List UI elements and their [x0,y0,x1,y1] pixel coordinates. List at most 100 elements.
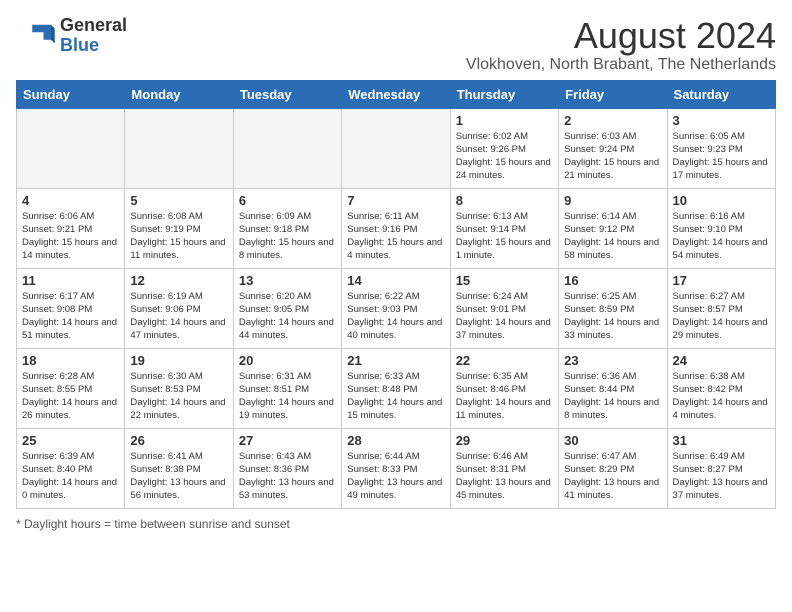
calendar-day-cell: 1 Sunrise: 6:02 AM Sunset: 9:26 PM Daylig… [450,108,558,188]
day-info: Sunrise: 6:05 AM Sunset: 9:23 PM Dayligh… [673,130,770,183]
calendar-day-cell: 11 Sunrise: 6:17 AM Sunset: 9:08 PM Dayli… [17,268,125,348]
calendar-day-cell: 3 Sunrise: 6:05 AM Sunset: 9:23 PM Daylig… [667,108,775,188]
calendar-day-cell: 20 Sunrise: 6:31 AM Sunset: 8:51 PM Dayli… [233,348,341,428]
day-info: Sunrise: 6:31 AM Sunset: 8:51 PM Dayligh… [239,370,336,423]
footer-note: * Daylight hours = time between sunrise … [16,517,776,531]
day-info: Sunrise: 6:02 AM Sunset: 9:26 PM Dayligh… [456,130,553,183]
day-of-week-header: Saturday [667,80,775,108]
month-year-title: August 2024 [466,16,776,56]
day-number: 24 [673,353,770,368]
day-number: 13 [239,273,336,288]
calendar-day-cell: 14Sunrise: 6:22 AM Sunset: 9:03 PM Dayli… [342,268,450,348]
calendar-day-cell: 24 Sunrise: 6:38 AM Sunset: 8:42 PM Dayli… [667,348,775,428]
day-number: 30 [564,433,661,448]
title-section: August 2024 Vlokhoven, North Brabant, Th… [466,16,776,74]
logo-general: General [60,16,127,36]
calendar-week-row: 1 Sunrise: 6:02 AM Sunset: 9:26 PM Daylig… [17,108,776,188]
day-number: 1 [456,113,553,128]
day-info: Sunrise: 6:27 AM Sunset: 8:57 PM Dayligh… [673,290,770,343]
day-info: Sunrise: 6:39 AM Sunset: 8:40 PM Dayligh… [22,450,119,503]
day-number: 26 [130,433,227,448]
calendar-day-cell: 15Sunrise: 6:24 AM Sunset: 9:01 PM Dayli… [450,268,558,348]
day-info: Sunrise: 6:08 AM Sunset: 9:19 PM Dayligh… [130,210,227,263]
day-info: Sunrise: 6:22 AM Sunset: 9:03 PM Dayligh… [347,290,444,343]
day-number: 9 [564,193,661,208]
day-number: 16 [564,273,661,288]
day-number: 3 [673,113,770,128]
day-number: 25 [22,433,119,448]
calendar-week-row: 11 Sunrise: 6:17 AM Sunset: 9:08 PM Dayli… [17,268,776,348]
calendar-day-cell: 6 Sunrise: 6:09 AM Sunset: 9:18 PM Daylig… [233,188,341,268]
day-of-week-header: Sunday [17,80,125,108]
day-number: 2 [564,113,661,128]
calendar-day-cell: 31 Sunrise: 6:49 AM Sunset: 8:27 PM Dayli… [667,428,775,508]
day-number: 31 [673,433,770,448]
calendar-day-cell: 21Sunrise: 6:33 AM Sunset: 8:48 PM Dayli… [342,348,450,428]
calendar-day-cell: 13Sunrise: 6:20 AM Sunset: 9:05 PM Dayli… [233,268,341,348]
calendar-day-cell [342,108,450,188]
day-info: Sunrise: 6:09 AM Sunset: 9:18 PM Dayligh… [239,210,336,263]
day-info: Sunrise: 6:16 AM Sunset: 9:10 PM Dayligh… [673,210,770,263]
day-of-week-header: Wednesday [342,80,450,108]
calendar-day-cell [17,108,125,188]
calendar-day-cell: 23 Sunrise: 6:36 AM Sunset: 8:44 PM Dayli… [559,348,667,428]
day-number: 4 [22,193,119,208]
day-info: Sunrise: 6:13 AM Sunset: 9:14 PM Dayligh… [456,210,553,263]
calendar-week-row: 4 Sunrise: 6:06 AM Sunset: 9:21 PM Daylig… [17,188,776,268]
day-info: Sunrise: 6:14 AM Sunset: 9:12 PM Dayligh… [564,210,661,263]
calendar-day-cell: 4 Sunrise: 6:06 AM Sunset: 9:21 PM Daylig… [17,188,125,268]
day-info: Sunrise: 6:41 AM Sunset: 8:38 PM Dayligh… [130,450,227,503]
day-number: 11 [22,273,119,288]
day-info: Sunrise: 6:06 AM Sunset: 9:21 PM Dayligh… [22,210,119,263]
calendar-day-cell: 28Sunrise: 6:44 AM Sunset: 8:33 PM Dayli… [342,428,450,508]
calendar-header-row: SundayMondayTuesdayWednesdayThursdayFrid… [17,80,776,108]
day-info: Sunrise: 6:38 AM Sunset: 8:42 PM Dayligh… [673,370,770,423]
logo-blue: Blue [60,36,127,56]
day-number: 20 [239,353,336,368]
logo-text: General Blue [60,16,127,56]
day-info: Sunrise: 6:30 AM Sunset: 8:53 PM Dayligh… [130,370,227,423]
day-number: 29 [456,433,553,448]
day-number: 10 [673,193,770,208]
calendar-day-cell: 26 Sunrise: 6:41 AM Sunset: 8:38 PM Dayli… [125,428,233,508]
calendar-day-cell: 18Sunrise: 6:28 AM Sunset: 8:55 PM Dayli… [17,348,125,428]
day-info: Sunrise: 6:43 AM Sunset: 8:36 PM Dayligh… [239,450,336,503]
calendar-day-cell: 5 Sunrise: 6:08 AM Sunset: 9:19 PM Daylig… [125,188,233,268]
calendar-day-cell [125,108,233,188]
day-of-week-header: Friday [559,80,667,108]
calendar-day-cell: 30 Sunrise: 6:47 AM Sunset: 8:29 PM Dayli… [559,428,667,508]
day-number: 7 [347,193,444,208]
calendar-day-cell: 10 Sunrise: 6:16 AM Sunset: 9:10 PM Dayli… [667,188,775,268]
day-info: Sunrise: 6:36 AM Sunset: 8:44 PM Dayligh… [564,370,661,423]
day-info: Sunrise: 6:17 AM Sunset: 9:08 PM Dayligh… [22,290,119,343]
day-number: 17 [673,273,770,288]
calendar-day-cell: 25 Sunrise: 6:39 AM Sunset: 8:40 PM Dayli… [17,428,125,508]
day-of-week-header: Tuesday [233,80,341,108]
day-info: Sunrise: 6:11 AM Sunset: 9:16 PM Dayligh… [347,210,444,263]
day-info: Sunrise: 6:33 AM Sunset: 8:48 PM Dayligh… [347,370,444,423]
day-number: 23 [564,353,661,368]
day-number: 6 [239,193,336,208]
logo: General Blue [16,16,127,56]
day-number: 12 [130,273,227,288]
day-number: 19 [130,353,227,368]
day-number: 8 [456,193,553,208]
day-info: Sunrise: 6:44 AM Sunset: 8:33 PM Dayligh… [347,450,444,503]
day-info: Sunrise: 6:19 AM Sunset: 9:06 PM Dayligh… [130,290,227,343]
day-info: Sunrise: 6:35 AM Sunset: 8:46 PM Dayligh… [456,370,553,423]
logo-icon [16,21,56,51]
calendar-day-cell: 7 Sunrise: 6:11 AM Sunset: 9:16 PM Daylig… [342,188,450,268]
day-info: Sunrise: 6:49 AM Sunset: 8:27 PM Dayligh… [673,450,770,503]
calendar-day-cell: 12 Sunrise: 6:19 AM Sunset: 9:06 PM Dayli… [125,268,233,348]
calendar-day-cell: 16 Sunrise: 6:25 AM Sunset: 8:59 PM Dayli… [559,268,667,348]
day-info: Sunrise: 6:25 AM Sunset: 8:59 PM Dayligh… [564,290,661,343]
day-info: Sunrise: 6:47 AM Sunset: 8:29 PM Dayligh… [564,450,661,503]
calendar-day-cell [233,108,341,188]
day-number: 5 [130,193,227,208]
day-info: Sunrise: 6:46 AM Sunset: 8:31 PM Dayligh… [456,450,553,503]
calendar-day-cell: 27Sunrise: 6:43 AM Sunset: 8:36 PM Dayli… [233,428,341,508]
day-of-week-header: Monday [125,80,233,108]
day-number: 22 [456,353,553,368]
day-of-week-header: Thursday [450,80,558,108]
calendar-week-row: 25 Sunrise: 6:39 AM Sunset: 8:40 PM Dayli… [17,428,776,508]
